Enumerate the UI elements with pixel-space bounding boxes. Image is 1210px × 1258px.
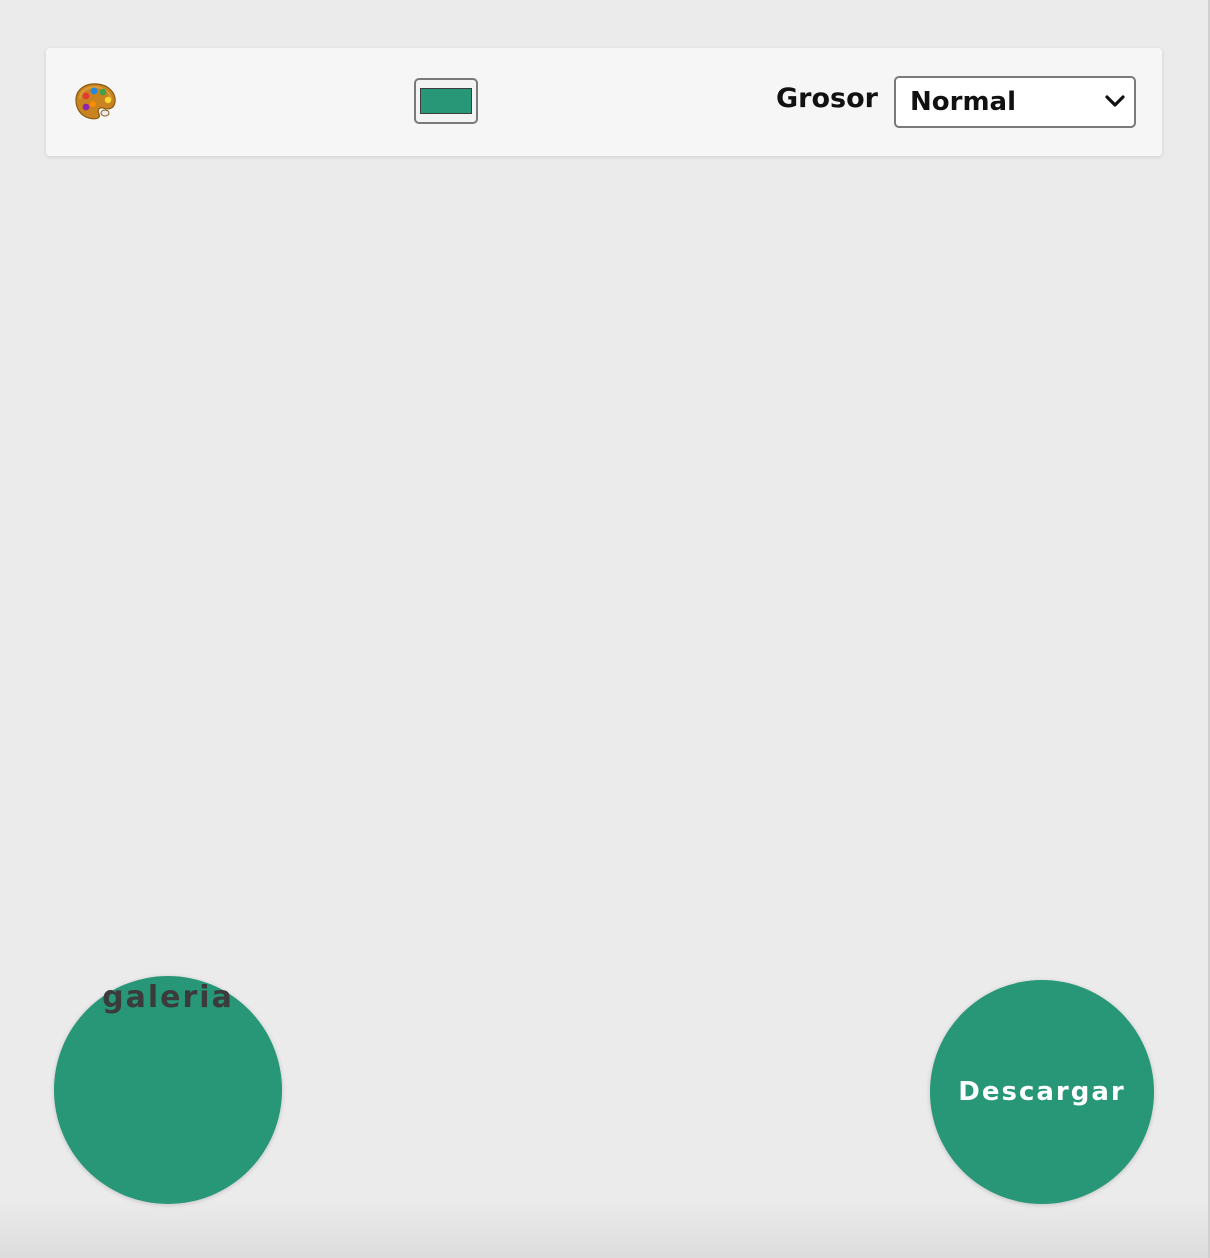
galeria-label: galeria: [102, 980, 234, 1015]
grosor-label: Grosor: [776, 83, 878, 114]
artist-palette-icon: [72, 80, 118, 120]
galeria-button[interactable]: galeria: [54, 976, 282, 1204]
bottom-shade: [0, 1200, 1210, 1258]
color-swatch: [420, 88, 472, 114]
toolbar: Grosor Normal: [46, 48, 1162, 156]
grosor-selected-value: Normal: [910, 87, 1016, 117]
color-picker[interactable]: [414, 78, 478, 124]
descargar-button[interactable]: Descargar: [930, 980, 1154, 1204]
descargar-label: Descargar: [958, 1077, 1126, 1107]
grosor-select[interactable]: Normal: [894, 76, 1136, 128]
chevron-down-icon: [1104, 93, 1126, 109]
